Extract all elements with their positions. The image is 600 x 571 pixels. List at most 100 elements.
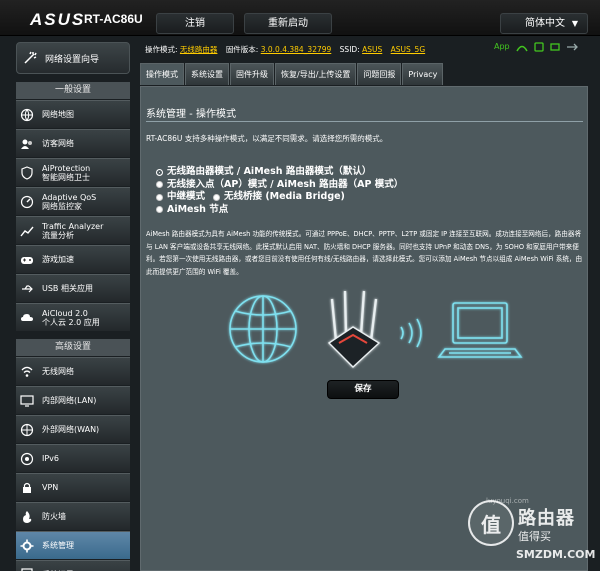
administration-icon (20, 539, 34, 553)
ssid-2g-link[interactable]: ASUS (362, 45, 382, 54)
sidebar-item-label: VPN (42, 483, 59, 492)
sidebar-item-system-log[interactable]: 系统记录 (16, 560, 130, 571)
sidebar-item-ipv6[interactable]: IPv6 (16, 444, 130, 472)
mode-option-router[interactable]: 无线路由器模式 / AiMesh 路由器模式（默认） (156, 166, 403, 179)
advanced-section-heading: 高级设置 (16, 339, 130, 356)
sidebar-item-lan[interactable]: 内部网络(LAN) (16, 386, 130, 414)
laptop-icon (437, 302, 523, 358)
qis-wizard-button[interactable]: 网络设置向导 (16, 42, 130, 74)
page-description: RT-AC86U 支持多种操作模式，以满足不同需求。请选择您所需的模式。 (146, 134, 388, 143)
mode-label-aimesh-node: AiMesh 节点 (167, 203, 229, 215)
internet-status-icon[interactable] (515, 42, 528, 54)
chevron-down-icon: ▼ (571, 19, 578, 28)
sidebar-item-label: Adaptive QoS 网络监控家 (42, 192, 97, 211)
wifi-status-icon[interactable] (533, 42, 544, 54)
mode-label-repeater: 中继模式 (167, 191, 206, 202)
sidebar-item-label: AiCloud 2.0 个人云 2.0 应用 (42, 308, 100, 327)
sidebar-item-label: USB 相关应用 (42, 284, 93, 293)
sidebar-item-game-boost[interactable]: 游戏加速 (16, 245, 130, 273)
tab-4[interactable]: 问题回报 (357, 63, 402, 85)
reboot-button[interactable]: 重新启动 (244, 13, 332, 34)
sidebar-item-wireless[interactable]: 无线网络 (16, 357, 130, 385)
sidebar-item-aicloud[interactable]: AiCloud 2.0 个人云 2.0 应用 (16, 303, 130, 331)
sidebar-item-aiprotection[interactable]: AiProtection 智能网络卫士 (16, 158, 130, 186)
status-line: 操作模式: 无线路由器 固件版本: 3.0.0.4.384_32799 SSID… (145, 44, 431, 55)
language-value: 简体中文 (525, 18, 565, 29)
wifi-waves-icon (400, 318, 422, 348)
top-bar: ASUS RT-AC86U 注销 重新启动 简体中文 ▼ (0, 0, 600, 36)
sidebar-item-label: 游戏加速 (42, 255, 74, 264)
tab-5[interactable]: Privacy (402, 63, 444, 85)
firmware-label: 固件版本: (225, 45, 259, 54)
radio-aimesh-node[interactable] (156, 206, 163, 214)
mode-option-aimesh-node[interactable]: AiMesh 节点 (156, 204, 403, 217)
tab-3[interactable]: 恢复/导出/上传设置 (275, 63, 357, 85)
sidebar: 网络设置向导 一般设置 网络地图访客网络 AiProtection 智能网络卫士 A… (16, 42, 130, 571)
save-button[interactable]: 保存 (327, 380, 399, 399)
sidebar-item-vpn[interactable]: VPN (16, 473, 130, 501)
sidebar-item-qos[interactable]: Adaptive QoS 网络监控家 (16, 187, 130, 215)
traffic-analyzer-icon (20, 224, 34, 238)
sidebar-item-label: 无线网络 (42, 367, 74, 376)
mode-label-bridge: 无线桥接 (Media Bridge) (224, 191, 345, 202)
sidebar-item-label: 网络地图 (42, 110, 74, 119)
system-log-icon (20, 567, 34, 571)
sidebar-item-wan[interactable]: 外部网络(WAN) (16, 415, 130, 443)
sidebar-item-label: 内部网络(LAN) (42, 396, 97, 405)
watermark-badge: 值 (468, 500, 514, 546)
aiprotection-icon (20, 165, 34, 180)
title-divider (146, 121, 583, 122)
sidebar-item-label: AiProtection 智能网络卫士 (42, 163, 91, 182)
wizard-icon (23, 51, 37, 65)
mode-options: 无线路由器模式 / AiMesh 路由器模式（默认） 无线接入点（AP）模式 /… (156, 166, 403, 216)
router-mode-illustration (229, 290, 523, 368)
vpn-icon (20, 481, 34, 495)
op-mode-link[interactable]: 无线路由器 (180, 45, 218, 54)
sidebar-item-label: IPv6 (42, 454, 60, 463)
radio-router[interactable] (156, 168, 163, 176)
firmware-link[interactable]: 3.0.0.4.384_32799 (261, 45, 332, 54)
sidebar-item-label: 访客网络 (42, 139, 74, 148)
game-boost-icon (20, 253, 34, 267)
usb-status-icon[interactable] (566, 42, 578, 54)
mode-option-row-3: 中继模式 无线桥接 (Media Bridge) (156, 191, 403, 204)
sidebar-item-label: Traffic Analyzer 流量分析 (42, 221, 104, 240)
model-name: RT-AC86U (84, 12, 143, 26)
sidebar-item-firewall[interactable]: 防火墙 (16, 502, 130, 530)
language-select[interactable]: 简体中文 ▼ (500, 13, 588, 34)
radio-repeater[interactable] (156, 193, 163, 201)
sidebar-item-label: 系统管理 (42, 541, 74, 550)
tab-0[interactable]: 操作模式 (140, 63, 184, 85)
mode-label-ap: 无线接入点（AP）模式 / AiMesh 路由器（AP 模式） (167, 178, 404, 190)
qos-icon (20, 195, 34, 209)
sidebar-item-administration[interactable]: 系统管理 (16, 531, 130, 559)
radio-bridge[interactable] (213, 193, 221, 201)
guest-network-icon (20, 137, 34, 151)
status-icons: App (494, 42, 578, 54)
sidebar-item-guest-network[interactable]: 访客网络 (16, 129, 130, 157)
op-mode-label: 操作模式: (145, 45, 178, 54)
app-status[interactable]: App (494, 42, 510, 54)
client-status-icon[interactable] (549, 42, 560, 54)
ssid-label: SSID: (339, 45, 360, 54)
logout-button[interactable]: 注销 (156, 13, 234, 34)
watermark: 值 路由器 值得买 SMZDM.COM (462, 500, 598, 568)
usb-icon (20, 282, 34, 296)
general-section-heading: 一般设置 (16, 82, 130, 99)
ssid-5g-link[interactable]: ASUS_5G (391, 45, 425, 54)
tab-2[interactable]: 固件升级 (230, 63, 274, 85)
mode-option-ap[interactable]: 无线接入点（AP）模式 / AiMesh 路由器（AP 模式） (156, 179, 403, 192)
watermark-title: 路由器 (518, 508, 575, 529)
mode-label-router: 无线路由器模式 / AiMesh 路由器模式（默认） (167, 166, 372, 177)
sidebar-item-usb[interactable]: USB 相关应用 (16, 274, 130, 302)
radio-ap[interactable] (156, 181, 163, 189)
qis-label: 网络设置向导 (45, 54, 100, 65)
sidebar-item-traffic-analyzer[interactable]: Traffic Analyzer 流量分析 (16, 216, 130, 244)
tab-1[interactable]: 系统设置 (185, 63, 229, 85)
sidebar-item-network-map[interactable]: 网络地图 (16, 100, 130, 128)
globe-icon (229, 295, 297, 363)
lan-icon (20, 394, 34, 408)
asus-logo: ASUS (30, 10, 86, 29)
watermark-subtitle: 值得买 (518, 530, 551, 543)
tab-bar: 操作模式 系统设置 固件升级 恢复/导出/上传设置 问题回报 Privacy (140, 63, 444, 85)
